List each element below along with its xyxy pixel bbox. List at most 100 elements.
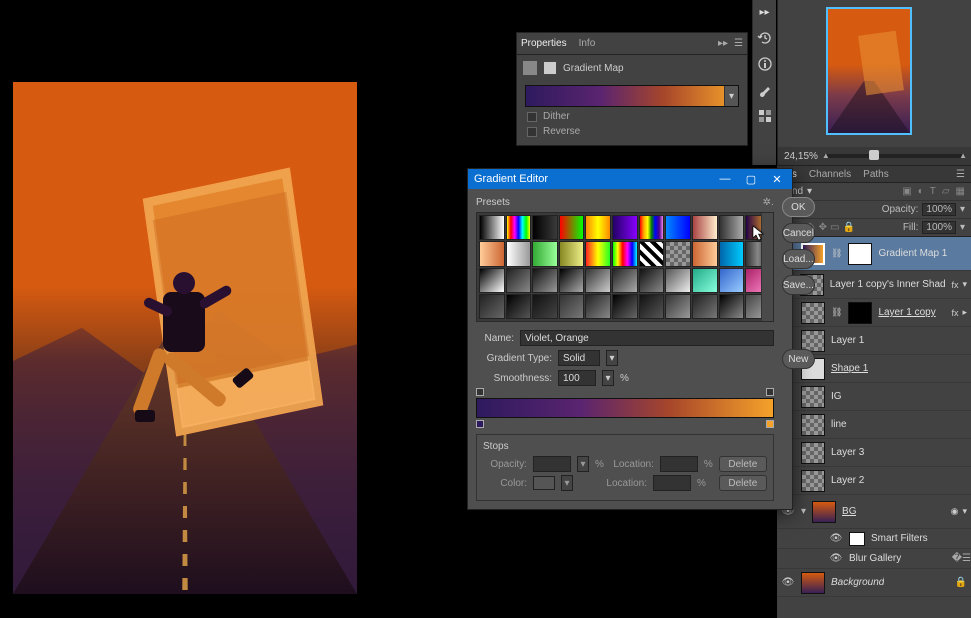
collapse-icon[interactable]: ▸▸: [757, 4, 773, 20]
layer-row[interactable]: 👁 Background 🔒: [777, 569, 971, 597]
layer-name[interactable]: Layer 1 copy: [878, 307, 935, 318]
preset-swatch[interactable]: [692, 215, 718, 240]
navigator-thumbnail[interactable]: [826, 7, 912, 135]
lock-artboard-icon[interactable]: ▭: [830, 222, 839, 233]
preset-swatch[interactable]: [612, 241, 638, 266]
preset-menu-icon[interactable]: ✲.: [763, 197, 774, 208]
dropdown-icon[interactable]: ▾: [606, 350, 618, 366]
preset-swatch[interactable]: [692, 294, 718, 319]
save-button[interactable]: Save...: [782, 275, 815, 295]
preset-swatch[interactable]: [559, 294, 585, 319]
opacity-value[interactable]: 100%: [922, 203, 956, 216]
preset-swatch[interactable]: [479, 268, 505, 293]
preset-swatch[interactable]: [639, 294, 665, 319]
fx-chevron-icon[interactable]: ▾: [962, 279, 967, 290]
ok-button[interactable]: OK: [782, 197, 815, 217]
layer-name[interactable]: Layer 3: [831, 447, 864, 458]
layer-name[interactable]: BG: [842, 506, 856, 517]
preset-swatch[interactable]: [585, 215, 611, 240]
dropdown-icon[interactable]: ▾: [602, 370, 614, 386]
layer-name[interactable]: Smart Filters: [871, 533, 928, 544]
preset-swatch[interactable]: [532, 294, 558, 319]
delete-stop-button[interactable]: Delete: [719, 456, 767, 472]
preset-scrollbar[interactable]: [761, 213, 773, 321]
preset-swatch[interactable]: [479, 215, 505, 240]
gradient-strip[interactable]: [476, 398, 774, 418]
preset-swatch[interactable]: [665, 268, 691, 293]
layer-row[interactable]: 👁 Blur Gallery �☰: [777, 549, 971, 569]
preset-swatch[interactable]: [585, 294, 611, 319]
preset-swatch[interactable]: [585, 268, 611, 293]
fx-chevron-icon[interactable]: ▸: [962, 307, 967, 318]
opacity-stop[interactable]: [476, 388, 484, 396]
layer-name[interactable]: Background: [831, 577, 884, 588]
color-stop[interactable]: [476, 420, 484, 428]
layer-name[interactable]: IG: [831, 391, 842, 402]
smart-visibility-icon[interactable]: ◉: [951, 506, 959, 517]
layer-name[interactable]: Layer 1 copy's Inner Shadow: [830, 279, 946, 290]
opacity-stop[interactable]: [766, 388, 774, 396]
reverse-checkbox[interactable]: Reverse: [517, 124, 747, 139]
preset-swatch[interactable]: [506, 268, 532, 293]
preset-swatch[interactable]: [719, 268, 745, 293]
expand-icon[interactable]: ▾: [801, 506, 806, 517]
preset-swatch[interactable]: [639, 268, 665, 293]
preset-swatch[interactable]: [612, 215, 638, 240]
preset-swatch[interactable]: [692, 241, 718, 266]
opacity-stop-track[interactable]: [476, 390, 774, 398]
layer-name[interactable]: line: [831, 419, 847, 430]
load-button[interactable]: Load...: [782, 249, 815, 269]
collapse-icon[interactable]: ▸▸: [718, 38, 728, 49]
preset-swatch[interactable]: [639, 241, 665, 266]
preset-swatch[interactable]: [719, 215, 745, 240]
tab-properties[interactable]: Properties: [521, 38, 567, 49]
new-button[interactable]: New: [782, 349, 815, 369]
color-stop[interactable]: [766, 420, 774, 428]
history-icon[interactable]: [757, 30, 773, 46]
name-input[interactable]: Violet, Orange: [520, 330, 774, 346]
preset-swatch[interactable]: [639, 215, 665, 240]
info-icon[interactable]: [757, 56, 773, 72]
visibility-icon[interactable]: 👁: [829, 532, 843, 546]
lock-all-icon[interactable]: 🔒: [842, 222, 854, 233]
visibility-icon[interactable]: 👁: [829, 552, 843, 566]
preset-swatch[interactable]: [719, 294, 745, 319]
filter-mask-thumbnail[interactable]: [849, 532, 865, 546]
dither-checkbox[interactable]: Dither: [517, 109, 747, 124]
fx-chevron-icon[interactable]: ▾: [962, 506, 967, 517]
preset-swatch[interactable]: [559, 215, 585, 240]
swatches-icon[interactable]: [757, 108, 773, 124]
layer-row[interactable]: 👁 Smart Filters: [777, 529, 971, 549]
filter-shape-icon[interactable]: ▱: [942, 186, 950, 197]
preset-swatch[interactable]: [612, 294, 638, 319]
preset-swatch[interactable]: [585, 241, 611, 266]
layer-name[interactable]: Layer 1: [831, 335, 864, 346]
stop-opacity-input[interactable]: [533, 456, 571, 472]
preset-swatch[interactable]: [506, 241, 532, 266]
preset-swatch[interactable]: [479, 241, 505, 266]
layer-name[interactable]: Layer 2: [831, 475, 864, 486]
dropdown-icon[interactable]: ▾: [561, 475, 573, 491]
fx-badge[interactable]: fx: [951, 280, 958, 290]
fill-value[interactable]: 100%: [922, 221, 956, 234]
layer-name[interactable]: Blur Gallery: [849, 553, 901, 564]
panel-menu-icon[interactable]: ☰: [734, 38, 743, 49]
lock-position-icon[interactable]: ✥: [819, 222, 827, 233]
filter-smart-icon[interactable]: ▦: [956, 186, 965, 197]
zoom-slider[interactable]: [824, 154, 965, 158]
color-stop-track[interactable]: [476, 420, 774, 430]
layer-thumbnail[interactable]: [801, 572, 825, 594]
tab-info[interactable]: Info: [579, 38, 596, 49]
filter-type-icon[interactable]: T: [930, 186, 936, 197]
panel-menu-icon[interactable]: ☰: [956, 169, 965, 180]
preset-swatch[interactable]: [719, 241, 745, 266]
brush-icon[interactable]: [757, 82, 773, 98]
stop-location-input[interactable]: [653, 475, 691, 491]
document-canvas[interactable]: [13, 82, 357, 594]
gradient-type-dropdown[interactable]: Solid: [558, 350, 600, 366]
preset-swatch[interactable]: [665, 215, 691, 240]
layer-name[interactable]: Gradient Map 1: [878, 248, 947, 259]
gradient-dropdown-icon[interactable]: ▾: [724, 86, 738, 106]
filter-pixel-icon[interactable]: ▣: [902, 186, 911, 197]
fx-badge[interactable]: fx: [951, 308, 958, 318]
